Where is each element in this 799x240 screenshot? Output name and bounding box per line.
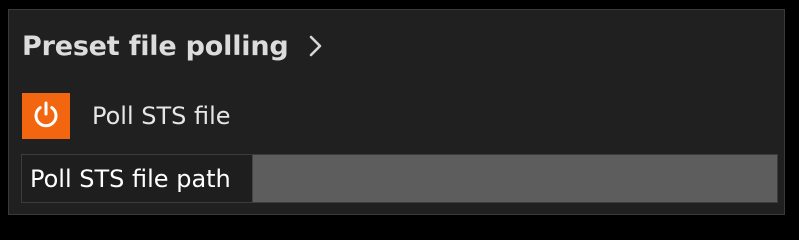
poll-sts-file-path-label: Poll STS file path: [22, 155, 253, 202]
power-toggle-button[interactable]: [22, 93, 70, 139]
poll-sts-file-label: Poll STS file: [92, 102, 231, 130]
section-header[interactable]: Preset file polling: [22, 26, 326, 66]
preset-file-polling-panel: Preset file polling Poll STS file Poll S…: [8, 9, 785, 215]
poll-sts-file-path-input[interactable]: [253, 155, 777, 202]
section-title: Preset file polling: [22, 30, 289, 62]
poll-sts-file-path-row: Poll STS file path: [21, 154, 778, 203]
power-icon: [31, 99, 61, 133]
chevron-right-icon[interactable]: [306, 32, 326, 60]
poll-sts-toggle-row: Poll STS file: [22, 93, 231, 139]
